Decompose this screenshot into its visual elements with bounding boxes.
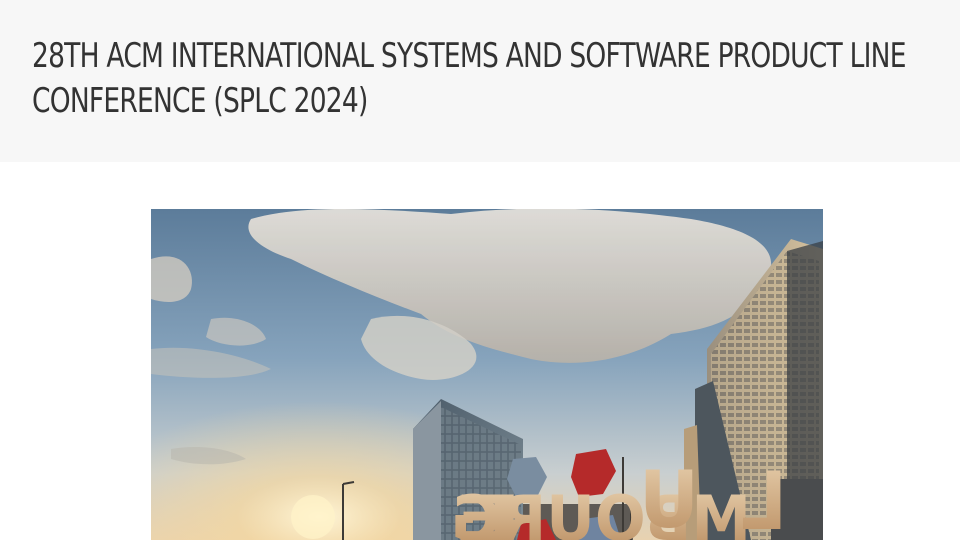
page-title: 28TH ACM INTERNATIONAL SYSTEMS AND SOFTW… [32,34,906,124]
page-title-line-1: 28TH ACM INTERNATIONAL SYSTEMS AND SOFTW… [32,36,906,76]
hero-photo: MBOURG E U L [151,209,823,540]
svg-text:L: L [741,455,787,540]
svg-text:U: U [639,456,699,540]
hero-image: MBOURG E U L [151,209,823,540]
page-title-line-2: CONFERENCE (SPLC 2024) [32,81,368,121]
page-header: 28TH ACM INTERNATIONAL SYSTEMS AND SOFTW… [0,0,960,162]
sun [291,495,335,539]
conference-page: 28TH ACM INTERNATIONAL SYSTEMS AND SOFTW… [0,0,960,540]
svg-text:E: E [453,482,523,540]
